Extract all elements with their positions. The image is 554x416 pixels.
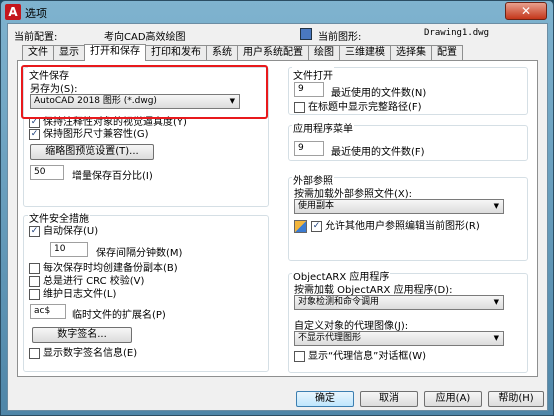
file-open-title: 文件打开 <box>292 67 334 82</box>
incremental-save-input[interactable]: 50 <box>30 165 64 180</box>
checkbox-box <box>29 348 40 359</box>
tab-profiles[interactable]: 配置 <box>431 45 463 60</box>
backup-checkbox[interactable]: 每次保存时均创建备份副本(B) <box>29 263 178 275</box>
show-signature-checkbox[interactable]: 显示数字签名信息(E) <box>29 348 137 360</box>
proxy-images-label: 自定义对象的代理图像(J): <box>294 321 409 332</box>
autosave-minutes-input[interactable]: 10 <box>50 242 88 257</box>
autosave-checkbox[interactable]: ✓ 自动保存(U) <box>29 226 98 238</box>
checkbox-box <box>294 351 305 362</box>
xref-demand-load-label: 按需加载外部参照文件(X): <box>294 189 413 200</box>
tab-open-and-save[interactable]: 打开和保存 <box>84 44 146 61</box>
window-title: 选项 <box>25 7 47 20</box>
recent-files-input[interactable]: 9 <box>294 82 324 97</box>
autosave-label: 自动保存(U) <box>43 226 99 237</box>
title-bar: A 选项 ✕ <box>1 1 553 23</box>
tab-files[interactable]: 文件 <box>22 45 54 60</box>
ok-button[interactable]: 确定 <box>296 391 354 407</box>
tab-strip: 文件 显示 打开和保存 打印和发布 系统 用户系统配置 绘图 三维建模 选择集 … <box>22 44 463 61</box>
checkbox-box <box>29 263 40 274</box>
arx-demand-load-select[interactable]: 对象检测和命令调用 ▼ <box>294 295 504 310</box>
tab-system[interactable]: 系统 <box>206 45 238 60</box>
xref-demand-load-select[interactable]: 使用副本 ▼ <box>294 199 504 214</box>
maintain-drawing-label: 保持图形尺寸兼容性(G) <box>43 129 149 140</box>
proxy-images-select[interactable]: 不显示代理图形 ▼ <box>294 331 504 346</box>
chevron-down-icon: ▼ <box>493 334 499 342</box>
application-menu-group: 应用程序菜单 9 最近使用的文件数(F) <box>288 120 528 161</box>
application-menu-title: 应用程序菜单 <box>292 120 354 135</box>
dialog-client: 当前配置: 考向CAD高效绘图 当前图形: Drawing1.dwg 文件 显示… <box>7 23 548 411</box>
checkbox-box <box>294 102 305 113</box>
crc-checkbox[interactable]: 总是进行 CRC 校验(V) <box>29 276 144 288</box>
cancel-button[interactable]: 取消 <box>360 391 418 407</box>
digital-signatures-button[interactable]: 数字签名... <box>32 327 132 343</box>
app-recent-files-input[interactable]: 9 <box>294 141 324 156</box>
highlight-annotation <box>21 65 268 119</box>
temp-extension-input[interactable]: ac$ <box>30 304 66 319</box>
arx-demand-load-label: 按需加载 ObjectARX 应用程序(D): <box>294 285 453 296</box>
chevron-down-icon: ▼ <box>493 298 499 306</box>
checkbox-box <box>29 276 40 287</box>
objectarx-group: ObjectARX 应用程序 按需加载 ObjectARX 应用程序(D): 对… <box>288 268 528 373</box>
check-icon: ✓ <box>29 226 40 237</box>
proxy-info-checkbox[interactable]: 显示“代理信息”对话框(W) <box>294 351 426 363</box>
tab-plot-and-publish[interactable]: 打印和发布 <box>145 45 207 60</box>
autocad-logo-icon: A <box>5 4 21 20</box>
xref-edit-icon <box>294 220 307 233</box>
help-button[interactable]: 帮助(H) <box>488 391 544 407</box>
profile-row: 当前配置: 考向CAD高效绘图 当前图形: Drawing1.dwg <box>14 28 544 43</box>
xref-demand-load-value: 使用副本 <box>298 201 335 211</box>
autosave-minutes-label: 保存间隔分钟数(M) <box>96 248 183 259</box>
allow-edit-label: 允许其他用户参照编辑当前图形(R) <box>325 221 480 232</box>
file-open-group: 文件打开 9 最近使用的文件数(N) 在标题中显示完整路径(F) <box>288 67 528 115</box>
close-button[interactable]: ✕ <box>505 2 547 20</box>
xrefs-group: 外部参照 按需加载外部参照文件(X): 使用副本 ▼ ✓ 允许其他用户参照编辑当前… <box>288 172 528 261</box>
tab-3d-modeling[interactable]: 三维建模 <box>339 45 391 60</box>
file-safety-group: 文件安全措施 ✓ 自动保存(U) 10 保存间隔分钟数(M) 每次保存时均创建备份… <box>23 210 269 372</box>
tab-user-preferences[interactable]: 用户系统配置 <box>237 45 309 60</box>
incremental-save-label: 增量保存百分比(I) <box>72 171 153 182</box>
check-icon: ✓ <box>311 221 322 232</box>
file-safety-title: 文件安全措施 <box>28 210 90 225</box>
apply-button[interactable]: 应用(A) <box>424 391 482 407</box>
checkbox-box <box>29 289 40 300</box>
tab-drafting[interactable]: 绘图 <box>308 45 340 60</box>
temp-extension-label: 临时文件的扩展名(P) <box>72 310 166 321</box>
backup-label: 每次保存时均创建备份副本(B) <box>43 263 178 274</box>
thumbnail-preview-settings-button[interactable]: 缩略图预览设置(T)... <box>30 144 154 160</box>
full-path-label: 在标题中显示完整路径(F) <box>308 102 422 113</box>
current-profile-label: 当前配置: <box>14 32 58 43</box>
maintain-drawing-checkbox[interactable]: ✓ 保持图形尺寸兼容性(G) <box>29 129 149 141</box>
allow-edit-checkbox[interactable]: ✓ 允许其他用户参照编辑当前图形(R) <box>311 221 480 233</box>
options-dialog: A 选项 ✕ 当前配置: 考向CAD高效绘图 当前图形: Drawing1.dw… <box>0 0 554 416</box>
chevron-down-icon: ▼ <box>493 202 499 210</box>
log-file-checkbox[interactable]: 维护日志文件(L) <box>29 289 116 301</box>
app-recent-files-label: 最近使用的文件数(F) <box>331 147 425 158</box>
log-file-label: 维护日志文件(L) <box>43 289 117 300</box>
arx-demand-load-value: 对象检测和命令调用 <box>298 297 380 307</box>
drawing-file-icon <box>300 28 312 40</box>
current-drawing-label: 当前图形: <box>318 32 362 43</box>
full-path-checkbox[interactable]: 在标题中显示完整路径(F) <box>294 102 422 114</box>
tab-display[interactable]: 显示 <box>53 45 85 60</box>
proxy-info-label: 显示“代理信息”对话框(W) <box>308 351 427 362</box>
show-signature-label: 显示数字签名信息(E) <box>43 348 138 359</box>
recent-files-label: 最近使用的文件数(N) <box>331 88 427 99</box>
tab-selection[interactable]: 选择集 <box>390 45 432 60</box>
current-profile-value: 考向CAD高效绘图 <box>104 32 186 43</box>
proxy-images-value: 不显示代理图形 <box>298 333 362 343</box>
check-icon: ✓ <box>29 129 40 140</box>
current-drawing-value: Drawing1.dwg <box>424 28 490 38</box>
crc-label: 总是进行 CRC 校验(V) <box>43 276 145 287</box>
